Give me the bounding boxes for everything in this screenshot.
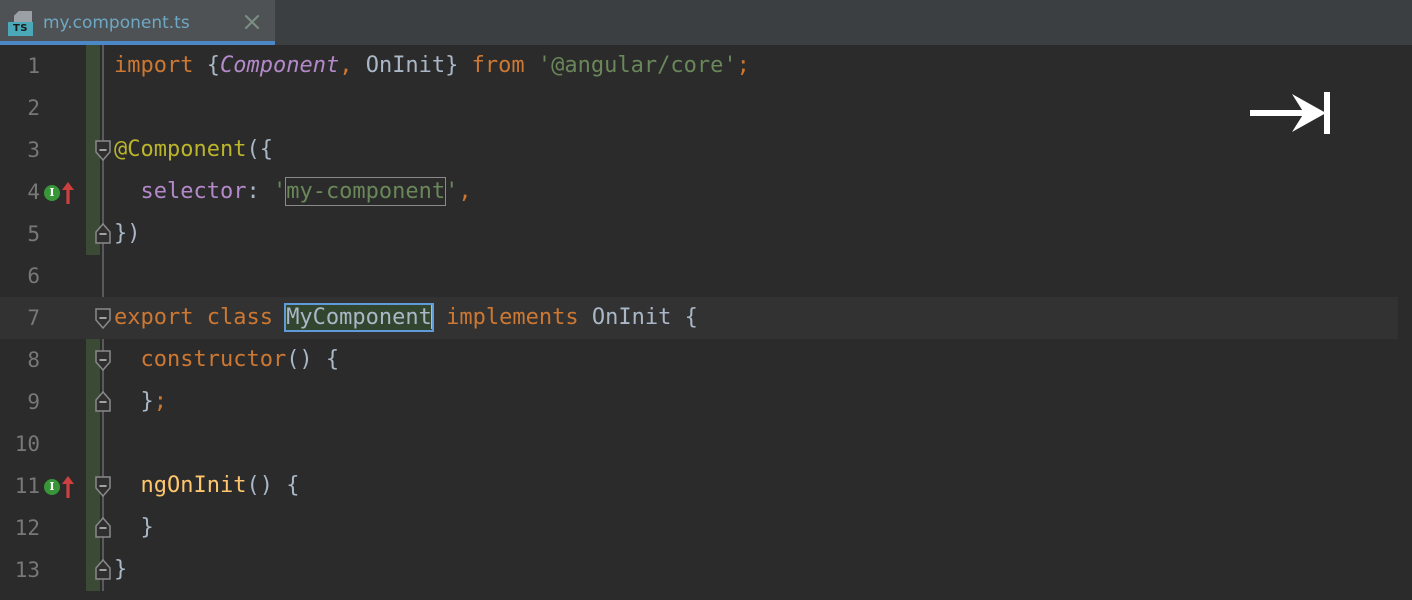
editor-line-row[interactable]: 12 }	[0, 507, 1412, 549]
code-token: :	[246, 179, 273, 204]
fold-region-start-icon[interactable]	[94, 475, 112, 498]
code-token: export class	[114, 305, 287, 330]
editor-line-row[interactable]: 11 I ngOnInit() {	[0, 465, 1412, 507]
editor-line-row[interactable]: 7 export class MyComponent implements OnI…	[0, 297, 1412, 339]
code-token: }	[114, 557, 128, 582]
ide-editor-window: TS my.component.ts 1 import {Component, O…	[0, 0, 1412, 600]
go-to-previous-occurrence-arrow-icon[interactable]	[61, 181, 75, 205]
rename-template-secondary-occurrence[interactable]: my-component	[285, 177, 447, 206]
editor-line-row[interactable]: 6	[0, 255, 1412, 297]
editor-line-row[interactable]: 4I selector: 'my-component',	[0, 171, 1412, 213]
editor-tab-bar: TS my.component.ts	[0, 0, 1412, 45]
line-number: 4	[27, 180, 40, 204]
code-token: () {	[246, 473, 300, 498]
fold-region-end-icon[interactable]	[94, 390, 112, 413]
line-number: 11	[14, 474, 40, 498]
line-number: 6	[27, 264, 40, 288]
editor-line-row[interactable]: 5})	[0, 213, 1412, 255]
close-icon[interactable]	[240, 10, 264, 34]
code-token: ngOnInit	[114, 473, 247, 498]
editor-line-row[interactable]: 9 };	[0, 381, 1412, 423]
info-inspection-icon[interactable]: I	[44, 185, 60, 201]
code-token: implements	[446, 305, 579, 330]
line-number: 2	[27, 96, 40, 120]
rename-template-active-field[interactable]: MyComponent	[284, 303, 434, 332]
tab-to-next-variable-arrow-icon	[1248, 90, 1340, 136]
code-token: ;	[736, 53, 750, 78]
code-token: }	[114, 389, 154, 414]
editor-line-row[interactable]: 8 constructor() {	[0, 339, 1412, 381]
code-token: from	[471, 53, 525, 78]
line-number: 10	[14, 432, 40, 456]
editor-vertical-scrollbar[interactable]	[1398, 90, 1412, 600]
code-token: import	[114, 53, 194, 78]
line-number: 7	[27, 306, 40, 330]
code-token: () {	[286, 347, 340, 372]
fold-region-end-icon[interactable]	[94, 558, 112, 581]
fold-region-start-icon[interactable]	[94, 139, 112, 162]
line-number: 5	[27, 222, 40, 246]
code-token: '	[272, 179, 287, 204]
info-icon-with-up-arrow[interactable]: I	[44, 181, 78, 205]
code-token: })	[114, 221, 141, 246]
code-line-text[interactable]: }	[114, 549, 127, 591]
code-token: constructor	[114, 347, 287, 372]
editor-line-row[interactable]: 2	[0, 87, 1412, 129]
code-token: @Component	[114, 137, 247, 162]
line-number: 3	[27, 138, 40, 162]
editor-line-row[interactable]: 13}	[0, 549, 1412, 591]
line-number: 1	[27, 54, 40, 78]
code-token: }	[445, 53, 459, 78]
fold-region-start-icon[interactable]	[94, 349, 112, 372]
code-token: ;	[153, 389, 167, 414]
line-number: 8	[27, 348, 40, 372]
code-token: Component	[219, 53, 340, 78]
go-to-previous-occurrence-arrow-icon[interactable]	[61, 475, 75, 499]
code-line-text[interactable]: export class MyComponent implements OnIn…	[114, 297, 698, 339]
code-line-text[interactable]: };	[114, 381, 167, 423]
code-line-text[interactable]: }	[114, 507, 154, 549]
code-token: ,	[339, 53, 353, 78]
code-line-text[interactable]: import {Component, OnInit} from '@angula…	[114, 45, 750, 87]
editor-line-row[interactable]: 1 import {Component, OnInit} from '@angul…	[0, 45, 1412, 87]
code-line-text[interactable]: ngOnInit() {	[114, 465, 299, 507]
code-token: }	[114, 515, 154, 540]
info-inspection-icon[interactable]: I	[44, 479, 60, 495]
code-line-text[interactable]: @Component({	[114, 129, 273, 171]
editor-tab-label: my.component.ts	[43, 12, 190, 33]
code-token: ,	[458, 179, 472, 204]
line-number: 13	[14, 558, 40, 582]
editor-tab-my-component-ts[interactable]: TS my.component.ts	[0, 0, 275, 45]
typescript-badge-label: TS	[8, 21, 33, 36]
line-number: 9	[27, 390, 40, 414]
code-line-text[interactable]: })	[114, 213, 141, 255]
fold-region-end-icon[interactable]	[94, 222, 112, 245]
code-editor-area[interactable]: 1 import {Component, OnInit} from '@angul…	[0, 45, 1412, 600]
code-token: '	[445, 179, 459, 204]
info-icon-with-up-arrow[interactable]: I	[44, 475, 78, 499]
code-token: OnInit	[352, 53, 446, 78]
code-token: '@angular/core'	[537, 53, 737, 78]
code-token: {	[206, 53, 220, 78]
code-token: {	[684, 305, 698, 330]
code-line-text[interactable]: constructor() {	[114, 339, 339, 381]
line-number: 12	[14, 516, 40, 540]
fold-region-end-icon[interactable]	[94, 516, 112, 539]
editor-line-row[interactable]: 3 @Component({	[0, 129, 1412, 171]
editor-line-row[interactable]: 10	[0, 423, 1412, 465]
code-token: OnInit	[578, 305, 685, 330]
code-token: selector	[114, 179, 247, 204]
code-line-text[interactable]: selector: 'my-component',	[114, 171, 472, 213]
fold-region-start-icon[interactable]	[94, 307, 112, 330]
code-token: ({	[246, 137, 273, 162]
typescript-file-icon: TS	[7, 8, 37, 38]
